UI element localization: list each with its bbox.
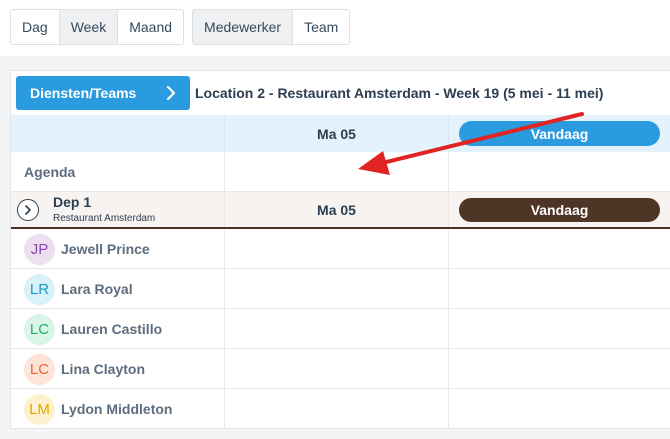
department-expand-toggle[interactable] <box>17 199 39 221</box>
schedule-header: Diensten/Teams Location 2 - Restaurant A… <box>11 71 670 115</box>
period-toggle-group: Dag Week Maand <box>10 9 185 45</box>
shift-cell[interactable] <box>448 309 670 348</box>
avatar: LM <box>24 394 55 425</box>
schedule-panel: Diensten/Teams Location 2 - Restaurant A… <box>10 70 670 429</box>
grouping-employee-button[interactable]: Medewerker <box>193 10 293 44</box>
period-month-button[interactable]: Maand <box>117 10 183 44</box>
department-today-badge: Vandaag <box>459 198 660 222</box>
employee-row: LC Lauren Castillo <box>11 309 670 349</box>
agenda-day-cell[interactable] <box>224 152 448 191</box>
shift-cell[interactable] <box>224 229 448 268</box>
location-week-title: Location 2 - Restaurant Amsterdam - Week… <box>195 85 604 101</box>
department-row: Dep 1 Restaurant Amsterdam Ma 05 Vandaag <box>11 192 670 229</box>
agenda-row: Agenda <box>11 152 670 192</box>
employee-cell[interactable]: LC Lauren Castillo <box>11 309 224 348</box>
avatar: LR <box>24 274 55 305</box>
shift-cell[interactable] <box>224 269 448 308</box>
agenda-label: Agenda <box>24 163 76 180</box>
view-toggles: Dag Week Maand Medewerker Team <box>10 9 351 45</box>
employee-name: Lauren Castillo <box>61 320 163 337</box>
avatar: JP <box>24 234 55 265</box>
department-label-cell: Dep 1 Restaurant Amsterdam <box>11 192 224 227</box>
period-day-button[interactable]: Dag <box>11 10 59 44</box>
employee-row: LC Lina Clayton <box>11 349 670 389</box>
department-today-cell[interactable]: Vandaag <box>448 192 670 227</box>
employee-name: Lina Clayton <box>61 360 146 377</box>
date-column-header[interactable]: Ma 05 <box>224 115 448 152</box>
employee-cell[interactable]: LC Lina Clayton <box>11 349 224 388</box>
shift-cell[interactable] <box>224 309 448 348</box>
employee-name: Jewell Prince <box>61 240 150 257</box>
today-badge: Vandaag <box>459 121 660 146</box>
shift-cell[interactable] <box>224 349 448 388</box>
employee-cell[interactable]: LM Lydon Middleton <box>11 389 224 428</box>
grouping-team-button[interactable]: Team <box>292 10 349 44</box>
employee-row: JP Jewell Prince <box>11 229 670 269</box>
chevron-right-icon <box>166 86 176 100</box>
shift-cell[interactable] <box>448 229 670 268</box>
date-row-label-cell <box>11 115 224 152</box>
diensten-teams-label: Diensten/Teams <box>30 85 137 101</box>
employee-cell[interactable]: LR Lara Royal <box>11 269 224 308</box>
avatar: LC <box>24 354 55 385</box>
department-location: Restaurant Amsterdam <box>53 213 156 224</box>
employee-row: LR Lara Royal <box>11 269 670 309</box>
shift-cell[interactable] <box>448 389 670 428</box>
shift-cell[interactable] <box>448 349 670 388</box>
avatar: LC <box>24 314 55 345</box>
day-label: Ma 05 <box>317 125 356 142</box>
agenda-today-cell[interactable] <box>448 152 670 191</box>
department-day-label: Ma 05 <box>317 201 356 218</box>
employee-row: LM Lydon Middleton <box>11 389 670 428</box>
period-week-button[interactable]: Week <box>58 10 118 44</box>
date-header-row: Ma 05 Vandaag <box>11 115 670 152</box>
shift-cell[interactable] <box>448 269 670 308</box>
grouping-toggle-group: Medewerker Team <box>192 9 351 45</box>
department-name: Dep 1 <box>53 194 92 210</box>
employee-name: Lara Royal <box>61 280 133 297</box>
employee-cell[interactable]: JP Jewell Prince <box>11 229 224 268</box>
today-column-header[interactable]: Vandaag <box>448 115 670 152</box>
diensten-teams-button[interactable]: Diensten/Teams <box>16 76 190 110</box>
shift-cell[interactable] <box>224 389 448 428</box>
chevron-right-circle-icon <box>25 205 31 215</box>
employee-name: Lydon Middleton <box>61 400 173 417</box>
agenda-label-cell: Agenda <box>11 152 224 191</box>
department-day-cell[interactable]: Ma 05 <box>224 192 448 227</box>
